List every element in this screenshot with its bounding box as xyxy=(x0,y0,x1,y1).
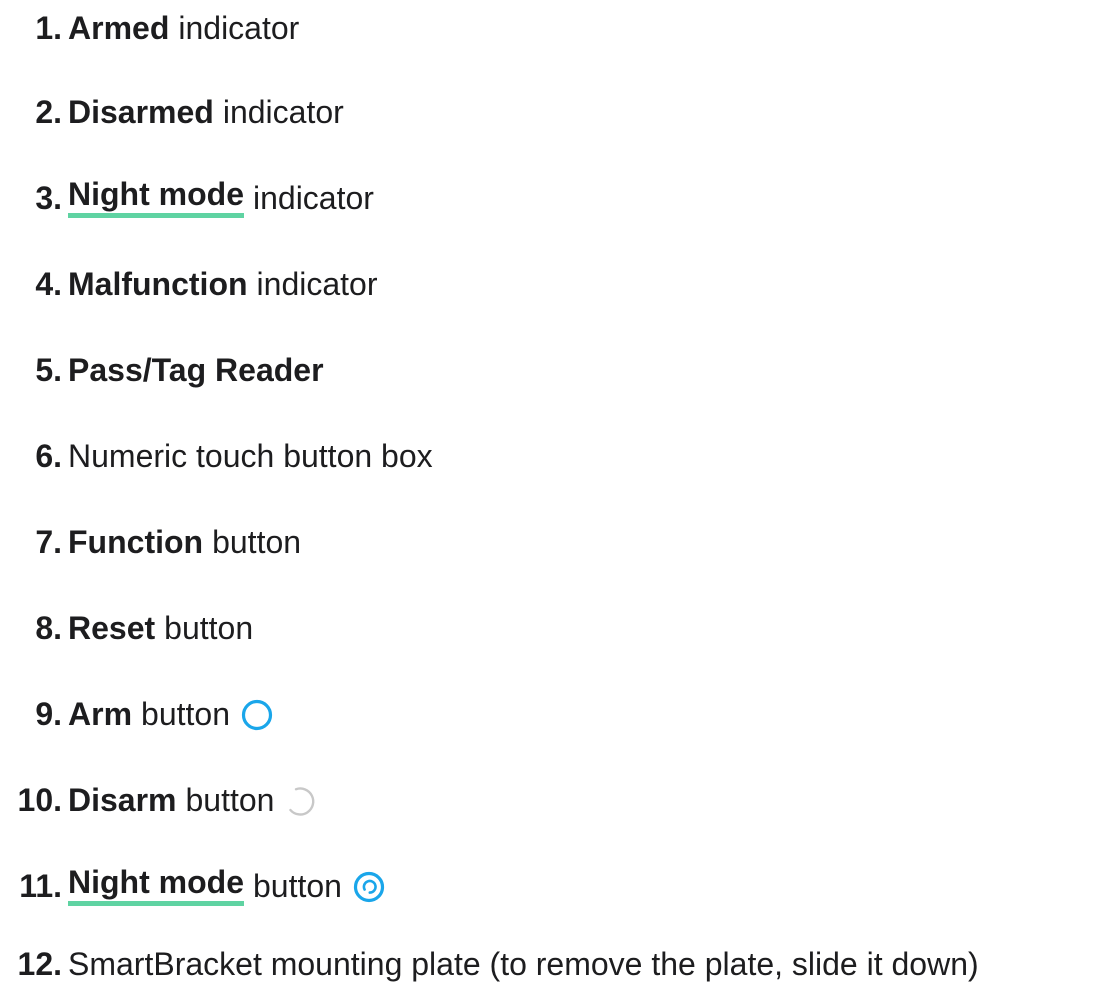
night-mode-icon xyxy=(352,870,386,904)
list-item-armed-indicator: 1. Armed indicator xyxy=(0,0,299,56)
item-description: indicator xyxy=(222,93,344,130)
item-term: Reset xyxy=(68,609,156,646)
item-number: 4. xyxy=(35,265,62,302)
item-term: Pass/Tag Reader xyxy=(68,351,324,388)
list-item-function-button: 7. Function button xyxy=(0,514,301,570)
item-number: 8. xyxy=(35,609,62,646)
item-number: 7. xyxy=(35,523,62,560)
disarm-arc-icon xyxy=(284,784,318,818)
list-item-disarmed-indicator: 2. Disarmed indicator xyxy=(0,84,344,140)
list-item-pass-tag-reader: 5. Pass/Tag Reader xyxy=(0,342,333,398)
list-item-arm-button: 9. Arm button xyxy=(0,686,274,742)
item-number: 2. xyxy=(35,93,62,130)
item-term: Function xyxy=(68,523,204,560)
item-number: 1. xyxy=(35,9,62,46)
item-description: button xyxy=(212,523,302,560)
device-parts-list: 1. Armed indicator 2. Disarmed indicator… xyxy=(0,0,1100,992)
item-description: button xyxy=(185,781,275,818)
item-number: 10. xyxy=(17,781,62,818)
item-number: 3. xyxy=(35,179,62,216)
item-term: Disarm xyxy=(68,781,177,818)
item-term: Disarmed xyxy=(68,93,214,130)
item-description: button xyxy=(164,609,254,646)
night-mode-link[interactable]: Night mode xyxy=(68,177,244,219)
item-description: button xyxy=(252,867,342,904)
list-item-numeric-touch-box: 6. Numeric touch button box xyxy=(0,428,433,484)
item-number: 9. xyxy=(35,695,62,732)
item-number: 12. xyxy=(17,945,62,982)
item-term: Arm xyxy=(68,695,133,732)
arm-ring-icon xyxy=(240,698,274,732)
item-number: 11. xyxy=(19,867,62,904)
list-item-night-mode-indicator: 3. Night mode indicator xyxy=(0,170,374,226)
list-item-reset-button: 8. Reset button xyxy=(0,600,253,656)
list-item-smartbracket-plate: 12. SmartBracket mounting plate (to remo… xyxy=(0,936,979,992)
list-item-night-mode-button: 11. Night mode button xyxy=(0,858,386,914)
item-description: indicator xyxy=(178,9,300,46)
night-mode-link[interactable]: Night mode xyxy=(68,865,244,907)
item-number: 5. xyxy=(35,351,62,388)
item-term: Malfunction xyxy=(68,265,248,302)
item-number: 6. xyxy=(35,437,62,474)
item-description: Numeric touch button box xyxy=(68,437,433,474)
list-item-disarm-button: 10. Disarm button xyxy=(0,772,318,828)
item-description: SmartBracket mounting plate (to remove t… xyxy=(68,945,979,982)
item-description: indicator xyxy=(256,265,378,302)
item-description: indicator xyxy=(252,179,374,216)
list-item-malfunction-indicator: 4. Malfunction indicator xyxy=(0,256,377,312)
item-description: button xyxy=(141,695,230,732)
item-term: Armed xyxy=(68,9,170,46)
